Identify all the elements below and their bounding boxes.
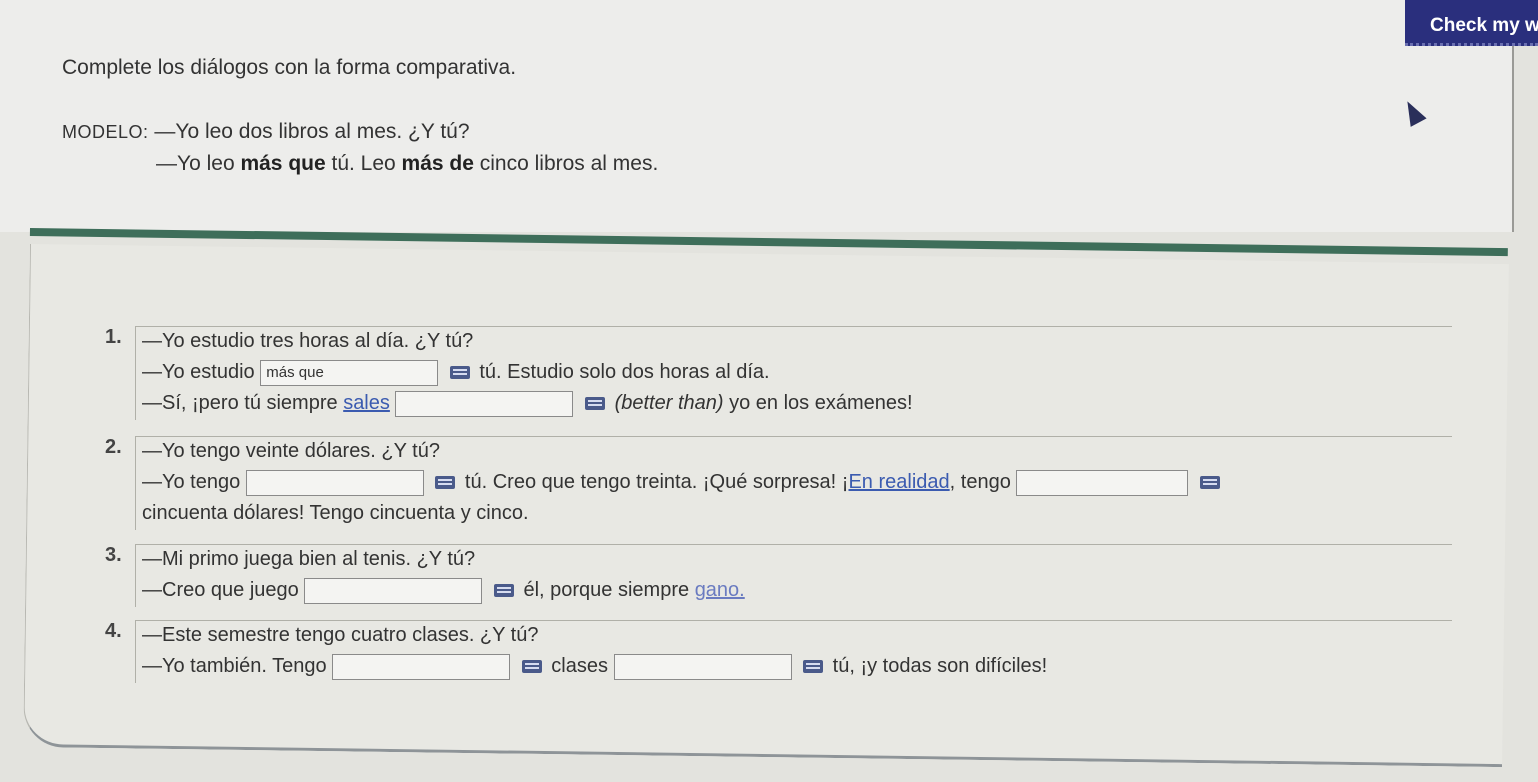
vocab-link-sales[interactable]: sales [343, 392, 390, 414]
item-line: —Yo también. Tengo clases tú, ¡y todas s… [142, 652, 1452, 683]
answer-input-4a[interactable] [332, 653, 511, 680]
item-line: —Yo estudio tres horas al día. ¿Y tú? [142, 330, 474, 352]
item-line: —Mi primo juega bien al tenis. ¿Y tú? [142, 548, 476, 570]
keyboard-icon[interactable] [803, 660, 824, 674]
item-number: 3. [105, 544, 122, 566]
keyboard-icon[interactable] [585, 397, 606, 411]
instructions-text: Complete los diálogos con la forma compa… [62, 56, 517, 79]
item-text: —Yo tengo [142, 471, 241, 493]
answer-input-1b[interactable] [395, 390, 574, 417]
item-line: —Yo estudio tú. Estudio solo dos horas a… [142, 358, 1452, 389]
model-line-2: —Yo leo más que tú. Leo más de cinco lib… [62, 148, 658, 180]
item-body: —Yo estudio tres horas al día. ¿Y tú? —Y… [135, 326, 1452, 420]
item-number: 4. [105, 620, 122, 642]
item-text: , tengo [949, 471, 1011, 493]
model-line-2-post: cinco libros al mes. [473, 152, 659, 175]
item-line: —Yo tengo veinte dólares. ¿Y tú? [142, 440, 440, 462]
instructions-panel: Check my w Complete los diálogos con la … [0, 0, 1538, 232]
item-line: —Sí, ¡pero tú siempre sales (better than… [142, 389, 1452, 420]
item-line: —Creo que juego él, porque siempre gano. [142, 576, 1452, 607]
hint-text: (better than) [614, 392, 724, 414]
check-my-work-button[interactable]: Check my w [1405, 0, 1538, 46]
answer-input-4b[interactable] [613, 653, 792, 680]
item-text: —Yo también. Tengo [142, 655, 327, 677]
item-text: clases [551, 655, 608, 677]
item-body: —Mi primo juega bien al tenis. ¿Y tú? —C… [135, 544, 1452, 607]
keyboard-icon[interactable] [493, 584, 514, 598]
item-number: 1. [105, 326, 122, 348]
keyboard-icon[interactable] [449, 366, 470, 380]
item-text: —Yo estudio [142, 361, 255, 383]
keyboard-icon[interactable] [1199, 476, 1220, 490]
item-text: yo en los exámenes! [723, 392, 913, 414]
item-line: —Yo tengo tú. Creo que tengo treinta. ¡Q… [142, 468, 1452, 499]
item-body: —Este semestre tengo cuatro clases. ¿Y t… [135, 620, 1452, 683]
keyboard-icon[interactable] [521, 660, 542, 674]
item-text: tú. Estudio solo dos horas al día. [479, 361, 770, 383]
model-bold-mas-de: más de [401, 152, 474, 175]
vocab-link-gano[interactable]: gano. [695, 579, 745, 601]
model-example: MODELO: —Yo leo dos libros al mes. ¿Y tú… [62, 116, 658, 180]
mouse-pointer-icon [1399, 97, 1427, 127]
item-line: cincuenta dólares! Tengo cincuenta y cin… [142, 502, 529, 524]
answer-input-2b[interactable] [1016, 469, 1189, 496]
item-line: —Este semestre tengo cuatro clases. ¿Y t… [142, 624, 539, 646]
item-number: 2. [105, 436, 122, 458]
keyboard-icon[interactable] [435, 476, 456, 490]
model-line-2-pre: —Yo leo [156, 152, 241, 175]
item-body: —Yo tengo veinte dólares. ¿Y tú? —Yo ten… [135, 436, 1452, 530]
item-text: él, porque siempre [523, 579, 690, 601]
answer-input-3a[interactable] [304, 577, 483, 604]
item-text: tú. Creo que tengo treinta. ¡Qué sorpres… [464, 471, 849, 493]
model-line-1: —Yo leo dos libros al mes. ¿Y tú? [154, 120, 470, 143]
answer-input-2a[interactable] [245, 469, 424, 496]
model-line-2-mid: tú. Leo [325, 152, 402, 175]
item-text: —Creo que juego [142, 579, 299, 601]
vocab-link-en-realidad[interactable]: En realidad [848, 471, 949, 493]
model-bold-mas-que: más que [240, 152, 326, 175]
item-text: —Sí, ¡pero tú siempre [142, 392, 338, 414]
model-label: MODELO: [62, 122, 149, 142]
answer-input-1a[interactable] [260, 359, 439, 386]
item-text: tú, ¡y todas son difíciles! [832, 655, 1048, 677]
